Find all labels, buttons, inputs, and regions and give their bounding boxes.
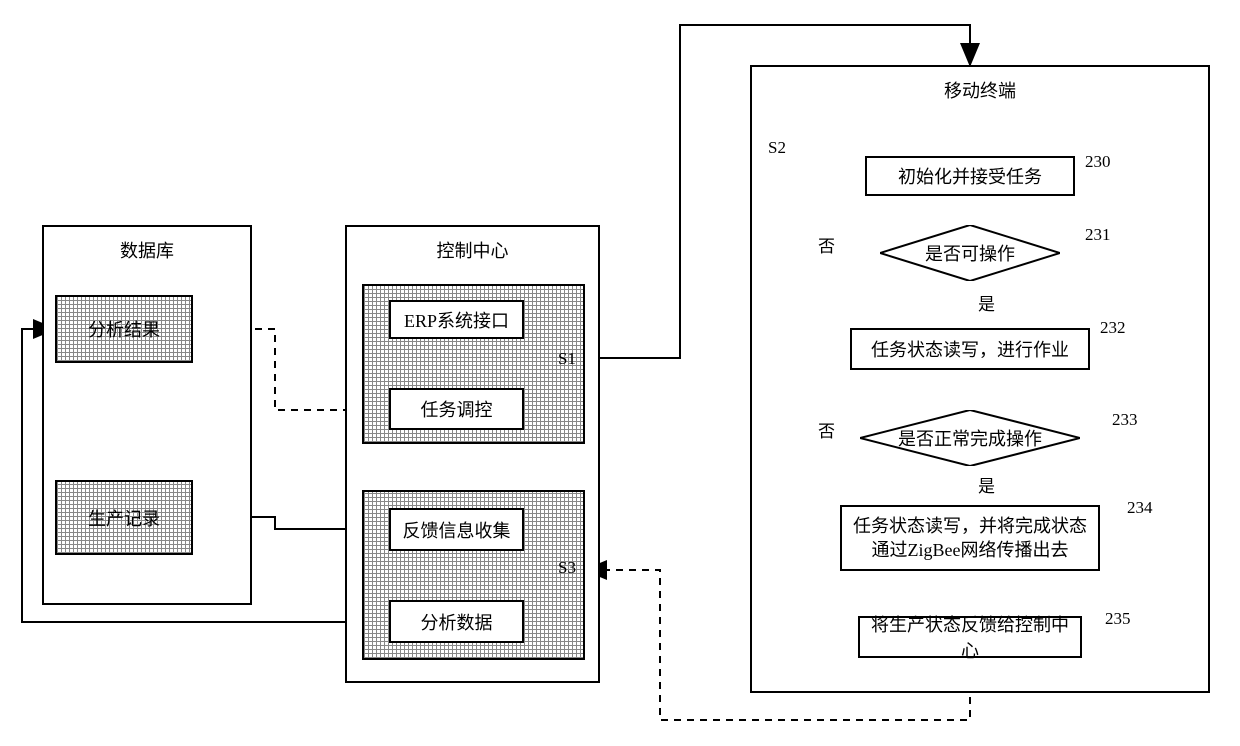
decision-233-no: 否: [818, 417, 835, 442]
step-231-num: 231: [1085, 225, 1111, 245]
db-analysis-result: 分析结果: [55, 295, 193, 363]
erp-interface-label: ERP系统接口: [404, 307, 509, 333]
step-234-label: 任务状态读写，并将完成状态通过ZigBee网络传播出去: [848, 514, 1092, 563]
diagram-root: 数据库 分析结果 生产记录 控制中心 S1 ERP系统接口 任务调控 S3 反馈…: [0, 0, 1240, 746]
step-230: 初始化并接受任务: [865, 156, 1075, 196]
s3-tag: S3: [558, 558, 576, 578]
task-scheduling: 任务调控: [389, 388, 524, 430]
db-analysis-result-label: 分析结果: [88, 316, 160, 342]
decision-231-label: 是否可操作: [925, 240, 1015, 266]
step-230-num: 230: [1085, 152, 1111, 172]
mobile-terminal-title: 移动终端: [752, 67, 1208, 113]
task-scheduling-label: 任务调控: [421, 396, 493, 422]
db-production-record-label: 生产记录: [88, 505, 160, 531]
step-234-num: 234: [1127, 498, 1153, 518]
analyze-data: 分析数据: [389, 600, 524, 643]
step-235: 将生产状态反馈给控制中心: [858, 616, 1082, 658]
s1-tag: S1: [558, 349, 576, 369]
step-232-label: 任务状态读写，进行作业: [871, 336, 1069, 362]
feedback-collection: 反馈信息收集: [389, 508, 524, 551]
db-production-record: 生产记录: [55, 480, 193, 555]
step-232: 任务状态读写，进行作业: [850, 328, 1090, 370]
step-230-label: 初始化并接受任务: [898, 163, 1042, 189]
decision-233-label: 是否正常完成操作: [898, 425, 1042, 451]
step-233-num: 233: [1112, 410, 1138, 430]
decision-231-yes: 是: [978, 290, 995, 315]
s2-tag: S2: [768, 138, 786, 158]
step-235-num: 235: [1105, 609, 1131, 629]
decision-233-yes: 是: [978, 472, 995, 497]
decision-231-no: 否: [818, 232, 835, 257]
control-center-title: 控制中心: [347, 227, 598, 273]
decision-231: 是否可操作: [880, 225, 1060, 281]
decision-233: 是否正常完成操作: [860, 410, 1080, 466]
step-235-label: 将生产状态反馈给控制中心: [866, 611, 1074, 663]
analyze-data-label: 分析数据: [421, 609, 493, 635]
step-234: 任务状态读写，并将完成状态通过ZigBee网络传播出去: [840, 505, 1100, 571]
step-232-num: 232: [1100, 318, 1126, 338]
erp-interface: ERP系统接口: [389, 300, 524, 339]
database-title: 数据库: [44, 227, 250, 273]
feedback-collection-label: 反馈信息收集: [403, 517, 511, 543]
